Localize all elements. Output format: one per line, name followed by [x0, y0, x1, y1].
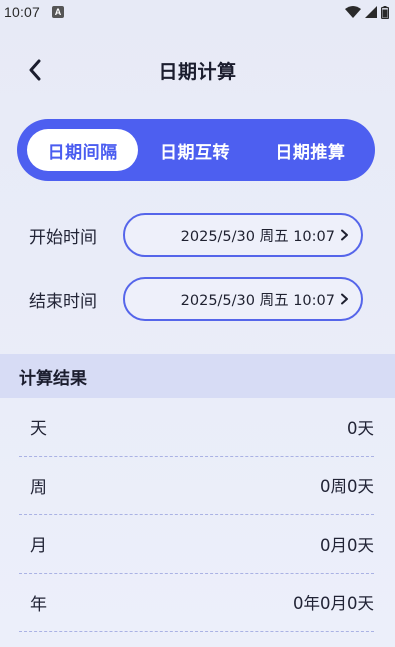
tab-date-convert[interactable]: 日期互转	[142, 129, 247, 171]
result-row-years: 年 0年0月0天	[19, 574, 374, 632]
end-time-value: 2025/5/30 周五 10:07	[180, 292, 335, 309]
start-time-value: 2025/5/30 周五 10:07	[180, 228, 335, 245]
chevron-left-icon	[29, 59, 41, 81]
result-label: 周	[30, 477, 47, 498]
tab-date-calculate[interactable]: 日期推算	[254, 129, 367, 171]
end-time-picker[interactable]: 2025/5/30 周五 10:07	[123, 277, 363, 321]
start-time-picker[interactable]: 2025/5/30 周五 10:07	[123, 213, 363, 257]
start-time-label: 开始时间	[29, 227, 97, 248]
chevron-right-icon	[341, 293, 348, 305]
result-section-title: 计算结果	[0, 354, 395, 398]
status-bar: 10:07 A	[0, 0, 395, 24]
start-time-row: 开始时间 2025/5/30 周五 10:07	[29, 212, 369, 258]
end-time-row: 结束时间 2025/5/30 周五 10:07	[29, 276, 369, 322]
chevron-right-icon	[341, 229, 348, 241]
result-value: 0年0月0天	[293, 594, 374, 614]
end-time-label: 结束时间	[29, 291, 97, 312]
notification-badge: A	[52, 6, 65, 18]
result-label: 天	[30, 419, 47, 440]
result-label: 月	[30, 536, 47, 557]
battery-icon	[381, 5, 389, 19]
result-label: 年	[30, 594, 47, 615]
mode-tabs: 日期间隔 日期互转 日期推算	[17, 119, 375, 181]
result-row-months: 月 0月0天	[19, 515, 374, 574]
result-row-days: 天 0天	[19, 398, 374, 457]
status-icons	[345, 5, 389, 19]
app-header: 日期计算	[0, 50, 395, 90]
result-value: 0月0天	[320, 535, 374, 555]
result-value: 0周0天	[320, 477, 374, 497]
page-title: 日期计算	[158, 60, 237, 83]
back-button[interactable]	[20, 55, 50, 85]
signal-icon	[365, 6, 377, 18]
result-list: 天 0天 周 0周0天 月 0月0天 年 0年0月0天	[0, 398, 395, 632]
wifi-icon	[345, 6, 361, 18]
result-row-weeks: 周 0周0天	[19, 457, 374, 515]
status-time: 10:07	[4, 4, 41, 20]
tab-date-interval[interactable]: 日期间隔	[27, 129, 139, 171]
result-value: 0天	[347, 418, 374, 438]
